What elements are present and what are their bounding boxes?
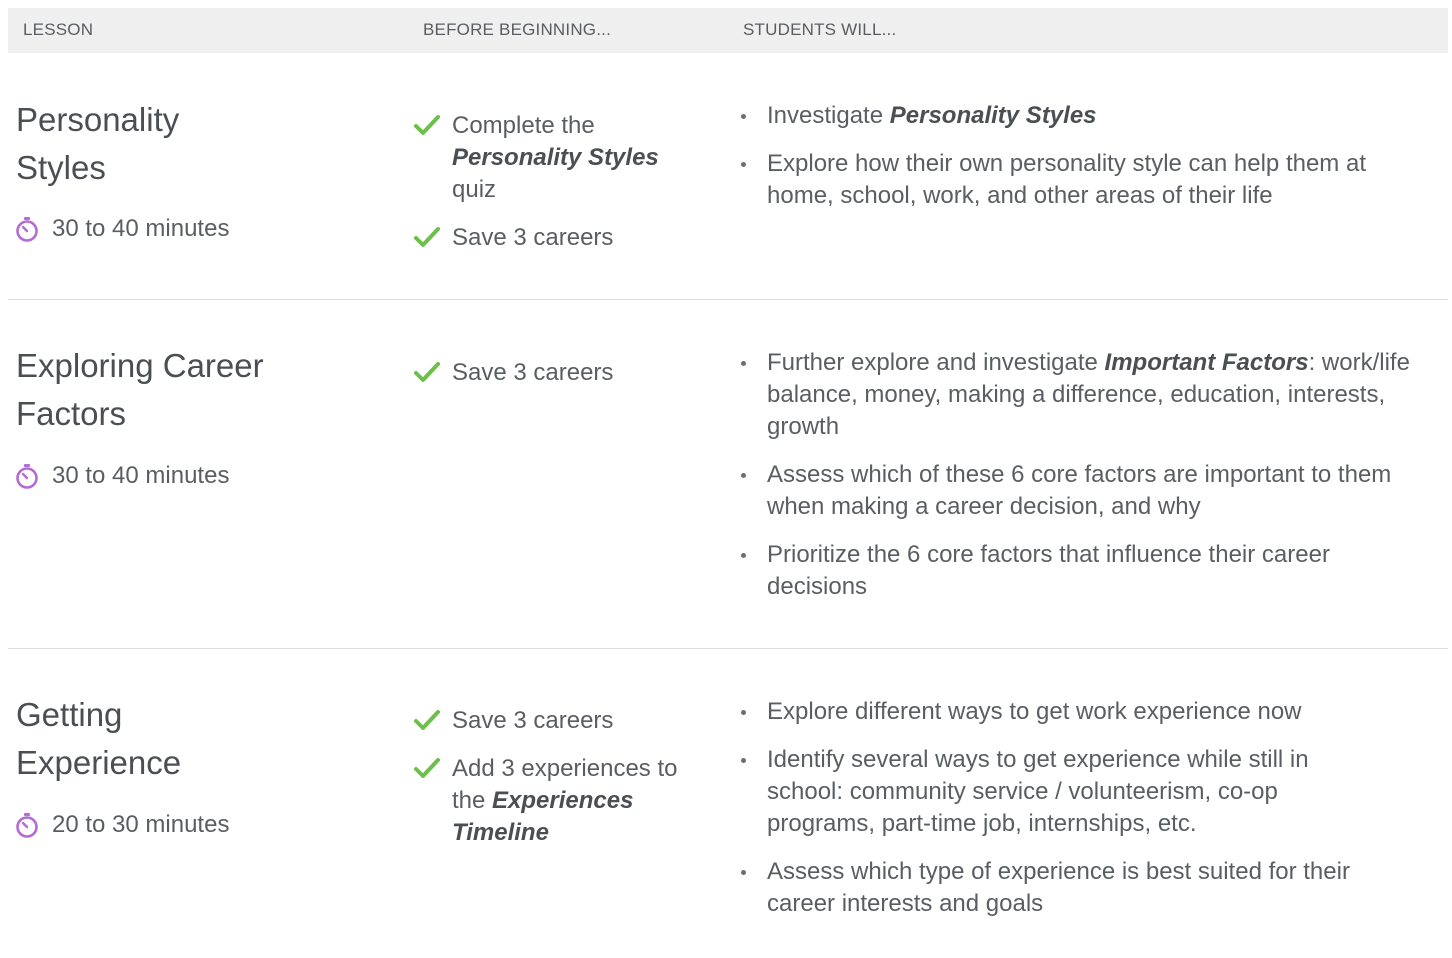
objective-item: Explore different ways to get work exper… <box>735 696 1435 728</box>
bullet-dot <box>741 553 746 558</box>
objective-text: Identify several ways to get experience … <box>767 746 1309 837</box>
lesson-duration: 30 to 40 minutes <box>14 462 229 490</box>
objective-item: Investigate Personality Styles <box>735 100 1435 132</box>
checkmark-icon <box>414 227 440 247</box>
bullet-dot <box>741 710 746 715</box>
duration-text: 30 to 40 minutes <box>52 215 230 242</box>
objective-text: Explore how their own personality style … <box>767 150 1366 209</box>
stopwatch-icon <box>16 464 38 489</box>
prerequisite-item: Save 3 careers <box>414 357 714 389</box>
lesson-title-line: Personality <box>16 101 180 138</box>
lesson-title-line: Styles <box>16 149 106 186</box>
header-students-will: STUDENTS WILL... <box>743 20 897 39</box>
checkmark-icon <box>414 362 440 382</box>
objective-list: Investigate Personality Styles Explore h… <box>735 100 1435 228</box>
bullet-dot <box>741 361 746 366</box>
stopwatch-icon <box>16 813 38 838</box>
prerequisite-list: Complete the Personality Styles quiz Sav… <box>414 110 714 270</box>
checkmark-icon <box>414 115 440 135</box>
objective-list: Further explore and investigate Importan… <box>735 347 1435 619</box>
row-divider <box>8 299 1448 300</box>
prerequisite-item: Save 3 careers <box>414 222 714 254</box>
objective-text: Assess which type of experience is best … <box>767 858 1350 917</box>
checkmark-icon <box>414 710 440 730</box>
header-lesson: LESSON <box>23 20 94 39</box>
bullet-dot <box>741 114 746 119</box>
prereq-text: Complete the <box>452 112 595 139</box>
checkmark-icon <box>414 758 440 778</box>
objective-text: Explore different ways to get work exper… <box>767 698 1302 725</box>
objective-item: Prioritize the 6 core factors that influ… <box>735 539 1407 603</box>
objective-item: Explore how their own personality style … <box>735 148 1407 212</box>
prereq-text: quiz <box>452 176 497 203</box>
lesson-title-line: Getting <box>16 696 123 733</box>
header-before-beginning: BEFORE BEGINNING... <box>423 20 611 39</box>
lesson-title-line: Factors <box>16 395 127 432</box>
lesson-title-line: Exploring Career <box>16 347 264 384</box>
lesson-title[interactable]: Personality Styles <box>16 96 336 192</box>
lesson-duration: 20 to 30 minutes <box>14 811 229 839</box>
lesson-title-line: Experience <box>16 744 182 781</box>
bullet-dot <box>741 473 746 478</box>
objective-text: Prioritize the 6 core factors that influ… <box>767 541 1330 600</box>
objective-text: Assess which of these 6 core factors are… <box>767 461 1392 520</box>
table-header: LESSON BEFORE BEGINNING... STUDENTS WILL… <box>8 8 1448 53</box>
objective-text: Further explore and investigate <box>767 349 1105 376</box>
lesson-duration: 30 to 40 minutes <box>14 215 229 243</box>
lesson-title[interactable]: Exploring Career Factors <box>16 342 336 438</box>
duration-text: 30 to 40 minutes <box>52 462 230 489</box>
prerequisite-item: Add 3 experiences to the Experiences Tim… <box>414 753 712 849</box>
prereq-text: Save 3 careers <box>452 224 614 251</box>
objective-item: Identify several ways to get experience … <box>735 744 1387 840</box>
objective-emphasis: Important Factors <box>1104 349 1309 376</box>
objective-item: Assess which of these 6 core factors are… <box>735 459 1407 523</box>
prereq-text: Save 3 careers <box>452 707 614 734</box>
objective-list: Explore different ways to get work exper… <box>735 696 1435 936</box>
prerequisite-list: Save 3 careers <box>414 357 714 405</box>
objective-item: Assess which type of experience is best … <box>735 856 1387 920</box>
objective-emphasis: Personality Styles <box>889 102 1097 129</box>
lesson-title[interactable]: Getting Experience <box>16 691 336 787</box>
stopwatch-icon <box>16 217 38 242</box>
objective-text: Investigate <box>767 102 890 129</box>
objective-item: Further explore and investigate Importan… <box>735 347 1435 443</box>
duration-text: 20 to 30 minutes <box>52 811 230 838</box>
prereq-text: Save 3 careers <box>452 359 614 386</box>
bullet-dot <box>741 870 746 875</box>
prereq-emphasis: Personality Styles <box>452 144 659 171</box>
bullet-dot <box>741 758 746 763</box>
prerequisite-item: Complete the Personality Styles quiz <box>414 110 714 206</box>
prerequisite-list: Save 3 careers Add 3 experiences to the … <box>414 705 714 865</box>
prerequisite-item: Save 3 careers <box>414 705 714 737</box>
row-divider <box>8 648 1448 649</box>
bullet-dot <box>741 162 746 167</box>
